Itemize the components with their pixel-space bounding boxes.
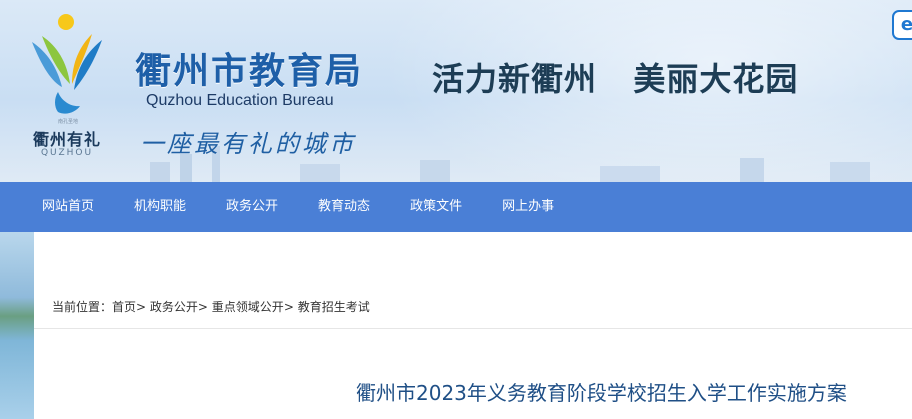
nav-item-gov-affairs[interactable]: 政务公开 (206, 182, 298, 232)
breadcrumb-link-gov-affairs[interactable]: 政务公开 (150, 300, 198, 314)
logo-mini-text: 南孔圣地 (58, 119, 79, 125)
logo-brand-en: QUZHOU (40, 148, 94, 158)
breadcrumb-separator: > (136, 300, 150, 314)
breadcrumb-separator: > (197, 300, 212, 314)
slogan-small: 一座最有礼的城市 (140, 130, 356, 158)
article-title: 衢州市2023年义务教育阶段学校招生入学工作实施方案 (356, 381, 847, 405)
logo-brand-text: 衢州有礼 (32, 130, 101, 149)
nav-item-functions[interactable]: 机构职能 (114, 182, 206, 232)
main-nav: 网站首页 机构职能 政务公开 教育动态 政策文件 网上办事 (0, 182, 912, 232)
breadcrumb-separator: > (283, 300, 298, 314)
breadcrumb: 当前位置：首页> 政务公开> 重点领域公开> 教育招生考试 (52, 298, 370, 315)
nav-item-edu-news[interactable]: 教育动态 (298, 182, 390, 232)
browser-icon[interactable]: e (892, 10, 912, 40)
nav-item-policy[interactable]: 政策文件 (390, 182, 482, 232)
header-banner: 南孔圣地 衢州有礼 QUZHOU 衢州市教育局 Quzhou Education… (0, 0, 912, 182)
content-area: 当前位置：首页> 政务公开> 重点领域公开> 教育招生考试 衢州市2023年义务… (34, 232, 912, 419)
breadcrumb-link-key-areas[interactable]: 重点领域公开 (212, 300, 284, 314)
nav-item-home[interactable]: 网站首页 (22, 182, 114, 232)
landscape-decoration (0, 232, 34, 419)
site-title[interactable]: 衢州市教育局 (135, 42, 363, 94)
nav-item-online-service[interactable]: 网上办事 (482, 182, 574, 232)
divider (34, 328, 912, 329)
breadcrumb-link-enrollment[interactable]: 教育招生考试 (298, 300, 370, 314)
city-skyline (150, 146, 870, 182)
slogan-big: 活力新衢州 美丽大花园 (432, 60, 799, 98)
site-subtitle-en: Quzhou Education Bureau (146, 92, 334, 109)
breadcrumb-link-home[interactable]: 首页 (112, 300, 136, 314)
breadcrumb-prefix: 当前位置： (52, 300, 113, 314)
